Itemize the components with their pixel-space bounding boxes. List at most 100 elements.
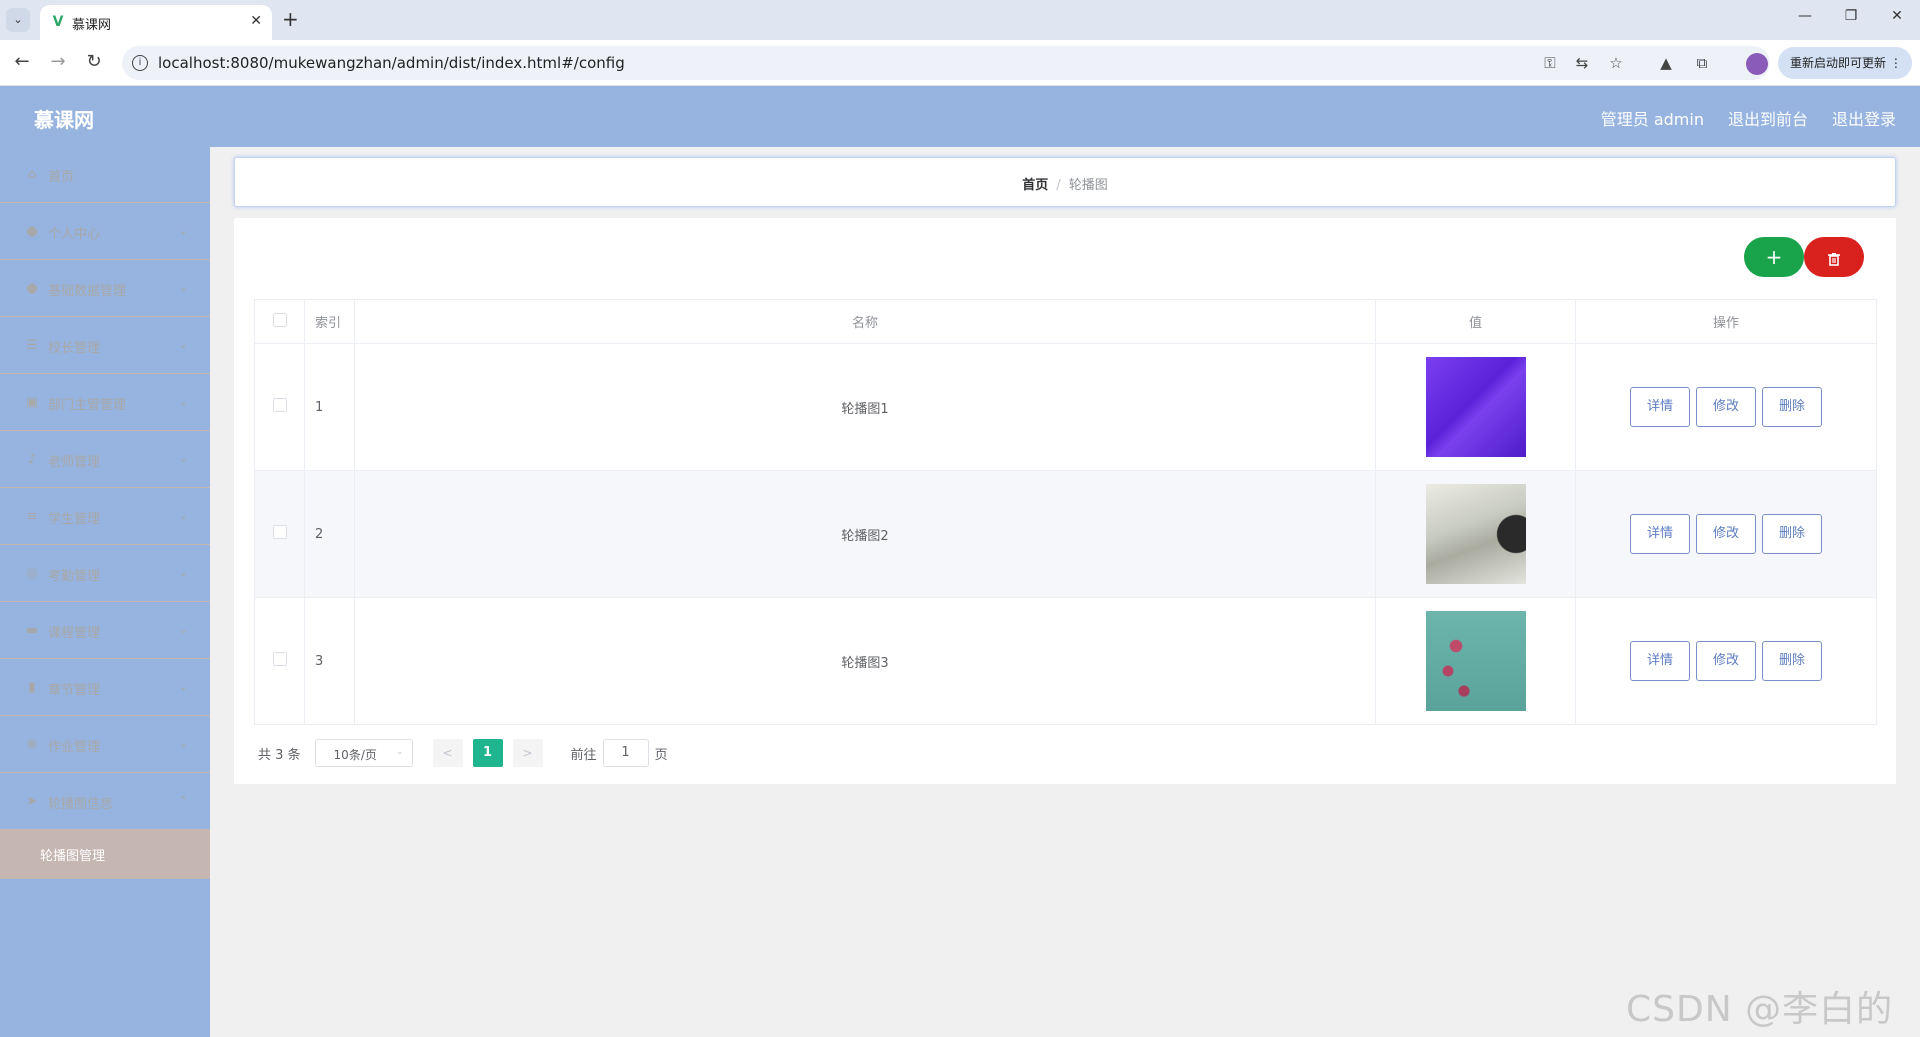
address-bar[interactable]: i localhost:8080/mukewangzhan/admin/dist…	[122, 46, 1770, 80]
sidebar-subitem-carousel-management[interactable]: 轮播图管理	[0, 829, 210, 879]
row-actions: 详情 修改 删除	[1575, 597, 1877, 725]
delete-selected-button[interactable]	[1804, 237, 1864, 277]
carousel-image-3[interactable]	[1425, 611, 1526, 711]
sidebar-item-department-head[interactable]: ▣ 部门主管管理 ⌄	[0, 375, 210, 431]
logout-link[interactable]: 退出登录	[1832, 106, 1896, 130]
select-all-cell[interactable]	[254, 299, 305, 344]
update-button-label: 重新启动即可更新	[1790, 56, 1887, 70]
forward-icon[interactable]: →	[46, 51, 70, 72]
sidebar-item-personal-center[interactable]: ● 个人中心 ⌄	[0, 204, 210, 260]
carousel-image-2[interactable]	[1425, 484, 1526, 584]
tab-search-button[interactable]: ⌄	[6, 8, 30, 32]
row-name: 轮播图2	[354, 470, 1376, 598]
row-image-cell	[1375, 597, 1576, 725]
row-select-cell[interactable]	[254, 470, 305, 598]
row-checkbox[interactable]	[272, 652, 287, 666]
chevron-down-icon: ⌄	[178, 338, 188, 351]
bookmark-star-icon[interactable]: ☆	[1606, 54, 1626, 72]
chevron-down-icon: ⌄	[178, 224, 188, 237]
browser-tab[interactable]: V 慕课网 ✕	[40, 5, 272, 40]
detail-button[interactable]: 详情	[1630, 387, 1690, 427]
back-icon[interactable]: ←	[10, 51, 34, 72]
carousel-image-1[interactable]	[1425, 357, 1526, 457]
book-icon: ▮	[28, 680, 36, 695]
sidebar-item-label: 学生管理	[48, 512, 101, 527]
chevron-down-icon: ⌄	[396, 747, 404, 757]
sidebar-item-teacher[interactable]: ♪ 老师管理 ⌄	[0, 432, 210, 488]
reload-icon[interactable]: ↻	[82, 51, 106, 72]
sidebar-item-label: 部门主管管理	[48, 398, 127, 413]
select-all-checkbox[interactable]	[272, 312, 287, 327]
new-tab-button[interactable]: +	[282, 7, 299, 31]
admin-user-link[interactable]: 管理员 admin	[1601, 106, 1704, 130]
sidebar-item-principal[interactable]: ☰ 校长管理 ⌄	[0, 318, 210, 374]
row-index: 1	[304, 343, 355, 471]
chevron-down-icon: ⌄	[178, 395, 188, 408]
row-checkbox[interactable]	[272, 525, 287, 539]
edit-button[interactable]: 修改	[1696, 387, 1756, 427]
sidebar-item-carousel-info[interactable]: ➤ 轮播图信息 ⌃	[0, 774, 210, 830]
table-row: 1 轮播图1 详情 修改 删除	[254, 343, 1877, 471]
chevron-down-icon: ⌄	[178, 623, 188, 636]
table-row: 2 轮播图2 详情 修改 删除	[254, 470, 1877, 598]
exit-to-frontend-link[interactable]: 退出到前台	[1728, 106, 1808, 130]
row-image-cell	[1375, 343, 1576, 471]
chevron-down-icon: ⌄	[178, 737, 188, 750]
sidebar-item-attendance[interactable]: ◎ 考勤管理 ⌄	[0, 546, 210, 602]
home-icon: ⌂	[27, 167, 37, 182]
delete-button[interactable]: 删除	[1762, 641, 1822, 681]
compass-icon: ⊕	[26, 737, 38, 752]
breadcrumb-current: 轮播图	[1068, 178, 1108, 193]
row-index: 3	[304, 597, 355, 725]
delete-button[interactable]: 删除	[1762, 514, 1822, 554]
restore-button[interactable]: ❐	[1836, 8, 1866, 24]
password-key-icon[interactable]: ⚿	[1540, 54, 1560, 72]
row-checkbox[interactable]	[272, 398, 287, 412]
extensions-puzzle-icon[interactable]: ⧉	[1692, 54, 1712, 72]
detail-button[interactable]: 详情	[1630, 514, 1690, 554]
row-index: 2	[304, 470, 355, 598]
sidebar-item-label: 基础数据管理	[48, 284, 127, 299]
update-button[interactable]: 重新启动即可更新 ⋮	[1778, 47, 1912, 79]
extension-icon[interactable]: ▲	[1656, 54, 1676, 72]
breadcrumb-home[interactable]: 首页	[1022, 178, 1048, 193]
detail-button[interactable]: 详情	[1630, 641, 1690, 681]
sidebar-subitem-label: 轮播图管理	[40, 849, 106, 864]
edit-button[interactable]: 修改	[1696, 641, 1756, 681]
row-select-cell[interactable]	[254, 597, 305, 725]
minimize-button[interactable]: —	[1790, 8, 1820, 24]
chat-icon: ▬	[25, 623, 39, 638]
site-info-icon[interactable]: i	[132, 55, 148, 71]
sidebar-item-label: 课程管理	[48, 626, 101, 641]
close-tab-icon[interactable]: ✕	[250, 13, 262, 29]
page-number-1[interactable]: 1	[472, 739, 503, 767]
edit-button[interactable]: 修改	[1696, 514, 1756, 554]
add-button[interactable]: +	[1744, 237, 1804, 277]
close-window-button[interactable]: ✕	[1882, 8, 1912, 24]
delete-button[interactable]: 删除	[1762, 387, 1822, 427]
browser-tabbar: ⌄ V 慕课网 ✕ + — ❐ ✕	[0, 0, 1920, 40]
prev-page-button[interactable]: <	[432, 739, 463, 767]
header-links: 管理员 admin 退出到前台 退出登录	[1601, 106, 1896, 130]
row-select-cell[interactable]	[254, 343, 305, 471]
goto-page-input[interactable]: 1	[602, 739, 649, 767]
sidebar-item-home[interactable]: ⌂ 首页	[0, 147, 210, 203]
sidebar-item-course[interactable]: ▬ 课程管理 ⌄	[0, 603, 210, 659]
sidebar: ⌂ 首页 ● 个人中心 ⌄ ● 基础数据管理 ⌄ ☰ 校长管理 ⌄ ▣ 部门主管…	[0, 147, 210, 1037]
column-header-index: 索引	[304, 299, 355, 344]
column-header-name: 名称	[354, 299, 1376, 344]
next-page-button[interactable]: >	[512, 739, 543, 767]
page-suffix: 页	[654, 747, 668, 763]
url-text[interactable]: localhost:8080/mukewangzhan/admin/dist/i…	[158, 54, 625, 72]
page-size-select[interactable]: 10条/页 ⌄	[314, 739, 413, 767]
sidebar-item-basic-data[interactable]: ● 基础数据管理 ⌄	[0, 261, 210, 317]
sidebar-item-label: 首页	[48, 170, 75, 185]
sidebar-item-student[interactable]: ≡ 学生管理 ⌄	[0, 489, 210, 545]
translate-icon[interactable]: ⇆	[1572, 54, 1592, 72]
sidebar-item-homework[interactable]: ⊕ 作业管理 ⌄	[0, 717, 210, 773]
column-header-actions: 操作	[1575, 299, 1877, 344]
clipboard-icon: ▣	[25, 395, 39, 410]
app-logo: 慕课网	[34, 108, 94, 132]
profile-avatar[interactable]	[1746, 53, 1768, 75]
sidebar-item-chapter[interactable]: ▮ 章节管理 ⌄	[0, 660, 210, 716]
